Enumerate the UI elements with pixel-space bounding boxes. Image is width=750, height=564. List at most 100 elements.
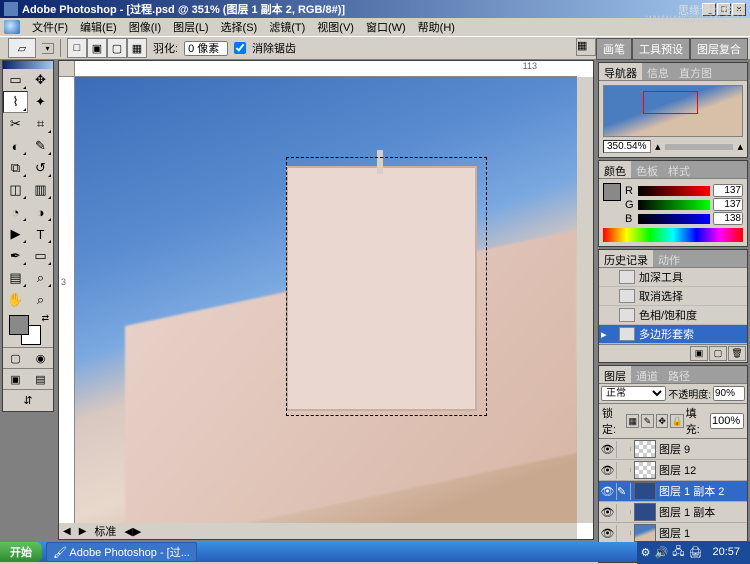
tab-channels[interactable]: 通道 <box>631 366 663 383</box>
zoom-out-icon[interactable]: ▴ <box>655 140 661 153</box>
subtract-selection-icon[interactable]: ▢ <box>107 38 127 58</box>
r-slider[interactable] <box>638 186 710 196</box>
history-item[interactable]: 加深工具 <box>599 268 747 287</box>
g-slider[interactable] <box>638 200 710 210</box>
visibility-icon[interactable]: 👁 <box>599 504 617 521</box>
layer-name[interactable]: 图层 1 副本 2 <box>659 483 724 499</box>
history-item[interactable]: 色相/饱和度 <box>599 306 747 325</box>
tab-paths[interactable]: 路径 <box>663 366 695 383</box>
layer-name[interactable]: 图层 1 <box>659 525 690 541</box>
feather-input[interactable] <box>184 41 228 56</box>
standard-mode-icon[interactable]: ▢ <box>3 348 28 368</box>
lock-pixels-icon[interactable]: ✎ <box>641 414 654 428</box>
well-tab-tool-presets[interactable]: 工具预设 <box>632 38 690 60</box>
layer-row[interactable]: 👁✎图层 1 副本 2 <box>599 481 747 502</box>
hand-tool[interactable]: ✋ <box>3 289 28 311</box>
well-tab-layer-comps[interactable]: 图层复合 <box>690 38 748 60</box>
new-selection-icon[interactable]: □ <box>67 38 87 58</box>
quickmask-mode-icon[interactable]: ◉ <box>28 348 53 368</box>
well-tab-brushes[interactable]: 画笔 <box>596 38 632 60</box>
b-input[interactable] <box>713 212 743 225</box>
history-brush-tool[interactable]: ↺ <box>28 157 53 179</box>
foreground-color[interactable] <box>9 315 29 335</box>
menu-window[interactable]: 窗口(W) <box>360 17 412 37</box>
lock-transparency-icon[interactable]: ▦ <box>626 414 639 428</box>
trash-icon[interactable]: 🗑 <box>728 346 746 361</box>
start-button[interactable]: 开始 <box>0 542 42 562</box>
tray-icon[interactable]: 🖧 <box>672 543 684 562</box>
healing-brush-tool[interactable]: ◐ <box>3 135 28 157</box>
menu-layer[interactable]: 图层(L) <box>167 17 214 37</box>
fill-input[interactable] <box>710 413 744 429</box>
tool-preset-dropdown[interactable]: ▾ <box>42 43 54 54</box>
marquee-tool[interactable]: ▭ <box>3 69 28 91</box>
tray-icon[interactable]: 🖨 <box>689 546 703 559</box>
eyedropper-tool[interactable]: ⌕ <box>28 267 53 289</box>
screen-full-menu-icon[interactable]: ▤ <box>28 369 53 389</box>
tab-styles[interactable]: 样式 <box>663 161 695 178</box>
opacity-input[interactable] <box>713 386 745 401</box>
tab-history[interactable]: 历史记录 <box>599 250 653 267</box>
screen-mode-icons[interactable]: ◀▶ <box>120 525 145 538</box>
type-tool[interactable]: T <box>28 223 53 245</box>
antialias-checkbox[interactable] <box>234 42 246 54</box>
lock-all-icon[interactable]: 🔒 <box>670 414 683 428</box>
menu-filter[interactable]: 滤镜(T) <box>263 17 311 37</box>
tab-layers[interactable]: 图层 <box>599 366 631 383</box>
menu-file[interactable]: 文件(F) <box>26 17 74 37</box>
tab-swatches[interactable]: 色板 <box>631 161 663 178</box>
tray-icon[interactable]: 🔊 <box>655 546 669 559</box>
tab-histogram[interactable]: 直方图 <box>674 63 717 80</box>
color-ramp[interactable] <box>603 228 743 242</box>
tab-color[interactable]: 颜色 <box>599 161 631 178</box>
layer-thumbnail[interactable] <box>634 440 656 458</box>
add-selection-icon[interactable]: ▣ <box>87 38 107 58</box>
blur-tool[interactable]: ◔ <box>3 201 28 223</box>
clone-stamp-tool[interactable]: ⧉ <box>3 157 28 179</box>
visibility-icon[interactable]: 👁 <box>599 462 617 479</box>
swap-colors-icon[interactable]: ⇄ <box>41 313 49 324</box>
crop-tool[interactable]: ✂ <box>3 113 28 135</box>
ruler-horizontal[interactable]: 113 <box>75 61 577 77</box>
layer-thumbnail[interactable] <box>634 461 656 479</box>
taskbar-task[interactable]: 🖌 Adobe Photoshop - [过... <box>46 542 197 562</box>
photoshop-logo-icon[interactable] <box>4 20 20 34</box>
layer-name[interactable]: 图层 1 副本 <box>659 504 715 520</box>
menu-image[interactable]: 图像(I) <box>123 17 167 37</box>
menu-select[interactable]: 选择(S) <box>215 17 264 37</box>
g-input[interactable] <box>713 198 743 211</box>
color-fg-swatch[interactable] <box>603 183 621 201</box>
ruler-origin[interactable] <box>59 61 75 77</box>
layer-thumbnail[interactable] <box>634 482 656 500</box>
brush-tool[interactable]: ✎ <box>28 135 53 157</box>
zoom-readout[interactable]: 标准 <box>90 523 120 539</box>
menu-edit[interactable]: 编辑(E) <box>74 17 123 37</box>
file-browser-button[interactable]: ▦ <box>576 38 596 56</box>
gradient-tool[interactable]: ▥ <box>28 179 53 201</box>
menu-help[interactable]: 帮助(H) <box>412 17 461 37</box>
history-item[interactable]: ▸多边形套索 <box>599 325 747 344</box>
shape-tool[interactable]: ▭ <box>28 245 53 267</box>
slice-tool[interactable]: ⌗ <box>28 113 53 135</box>
notes-tool[interactable]: ▤ <box>3 267 28 289</box>
visibility-icon[interactable]: 👁 <box>599 525 617 542</box>
navigator-zoom-slider[interactable] <box>665 144 734 150</box>
jump-to-imageready-icon[interactable]: ⇵ <box>3 389 53 411</box>
vertical-scrollbar[interactable] <box>577 77 593 523</box>
tray-icon[interactable]: ⚙ <box>641 546 651 559</box>
blend-mode-select[interactable]: 正常 <box>601 386 666 401</box>
system-tray[interactable]: ⚙ 🔊 🖧 🖨 20:57 <box>637 541 750 564</box>
visibility-icon[interactable]: 👁 <box>599 441 617 458</box>
ruler-vertical[interactable]: 3 <box>59 77 75 523</box>
move-tool[interactable]: ✥ <box>28 69 53 91</box>
new-document-icon[interactable]: ▢ <box>709 346 727 361</box>
layer-name[interactable]: 图层 9 <box>659 441 690 457</box>
screen-standard-icon[interactable]: ▣ <box>3 369 28 389</box>
layer-thumbnail[interactable] <box>634 524 656 542</box>
layer-thumbnail[interactable] <box>634 503 656 521</box>
eraser-tool[interactable]: ◫ <box>3 179 28 201</box>
lasso-tool[interactable]: ⌇ <box>3 91 28 113</box>
b-slider[interactable] <box>638 214 710 224</box>
dodge-tool[interactable]: ◑ <box>28 201 53 223</box>
layer-name[interactable]: 图层 12 <box>659 462 696 478</box>
